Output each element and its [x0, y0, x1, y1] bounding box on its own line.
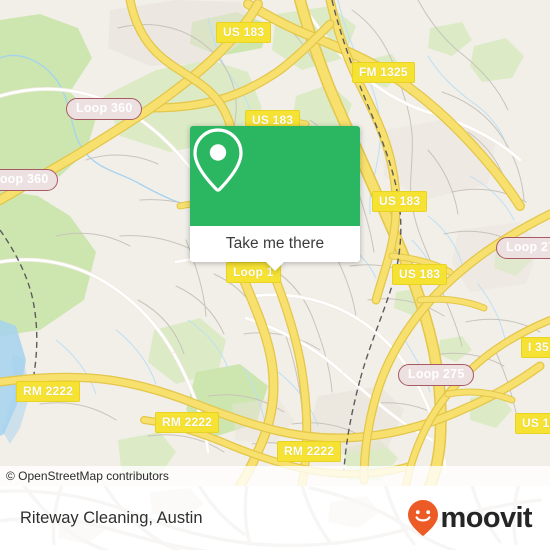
map-screenshot-root: .park { fill:#cde6b0; } .park2 { fill:#d… [0, 0, 550, 550]
footer-content: Riteway Cleaning, Austin moovit [0, 486, 550, 550]
moovit-wordmark: moovit [440, 501, 533, 534]
map-attribution-bar: © OpenStreetMap contributors [0, 466, 550, 486]
road-label-loop-360: Loop 360 [66, 98, 143, 120]
moovit-brand[interactable]: moovit [406, 498, 533, 538]
osm-attribution-text[interactable]: © OpenStreetMap contributors [0, 469, 169, 483]
road-label-i-35: I 35 [521, 337, 550, 358]
road-label-rm-2222: RM 2222 [277, 441, 342, 462]
road-label-us-183: US 183 [216, 22, 272, 43]
road-label-loop-360: Loop 360 [0, 169, 59, 191]
map-pin-icon [193, 128, 243, 192]
moovit-smiley-pin-icon [407, 500, 438, 536]
place-title: Riteway Cleaning, Austin [20, 508, 203, 527]
road-label-rm-2222: RM 2222 [155, 412, 220, 433]
road-label-fm-1325: FM 1325 [352, 62, 415, 83]
popup-pin-area [190, 126, 360, 226]
road-label-us-183: US 183 [392, 264, 448, 285]
take-me-there-label: Take me there [225, 235, 325, 252]
road-label-rm-2222: RM 2222 [16, 381, 81, 402]
road-label-us-183: US 183 [515, 413, 550, 434]
popup-pointer-arrow [266, 262, 284, 271]
popup-action-bar[interactable]: Take me there [190, 226, 360, 271]
road-label-us-183: US 183 [372, 191, 428, 212]
road-label-loop-275: Loop 275 [398, 364, 475, 386]
road-label-loop-275: Loop 275 [496, 237, 550, 259]
footer-bar: Riteway Cleaning, Austin moovit [0, 486, 550, 550]
map-canvas[interactable]: .park { fill:#cde6b0; } .park2 { fill:#d… [0, 0, 550, 486]
location-popup[interactable]: Take me there [190, 126, 360, 271]
